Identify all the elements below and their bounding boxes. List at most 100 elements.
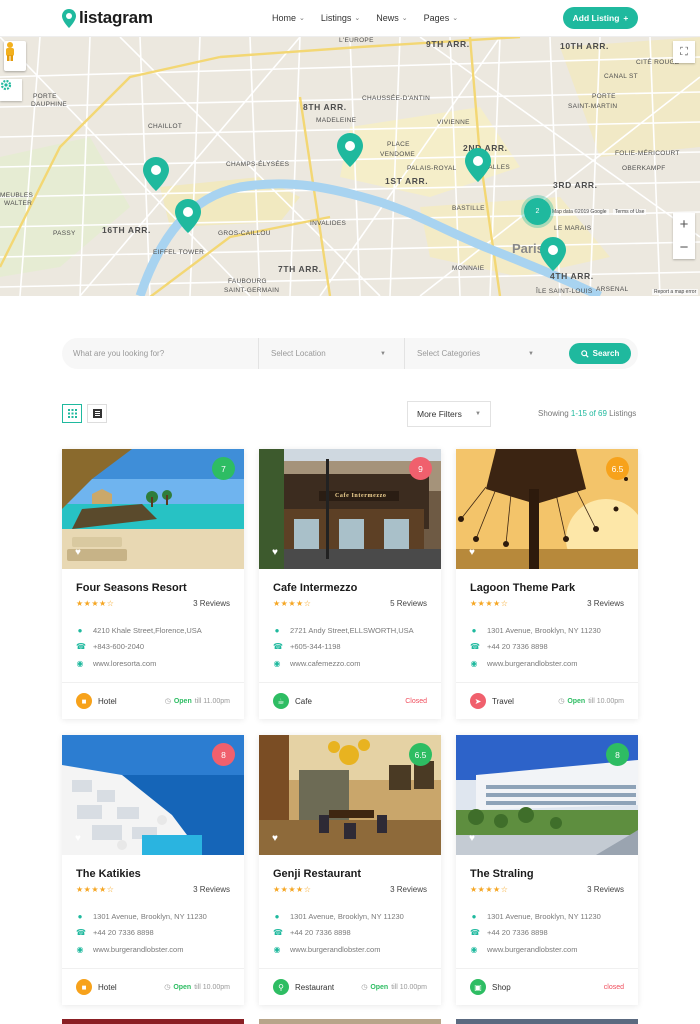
map-marker-icon[interactable]: [175, 199, 201, 233]
listing-title[interactable]: Four Seasons Resort: [76, 582, 230, 594]
map-marker-icon[interactable]: [337, 133, 363, 167]
search-input[interactable]: What are you looking for?: [62, 349, 258, 358]
listing-category[interactable]: ▣ Shop: [470, 979, 511, 995]
listing-website[interactable]: www.cafemezzo.com: [290, 659, 360, 668]
category-select[interactable]: Select Categories ▼: [404, 338, 568, 369]
search-button[interactable]: Search: [569, 343, 631, 364]
open-status: ◷ Open till 10.00pm: [558, 697, 624, 706]
listing-website[interactable]: www.burgerandlobster.com: [487, 659, 577, 668]
add-listing-button[interactable]: Add Listing +: [563, 7, 638, 29]
rating-badge: 8: [212, 743, 235, 766]
listing-title[interactable]: The Straling: [470, 868, 624, 880]
fullscreen-button[interactable]: ⛶: [673, 41, 695, 63]
map-marker-icon[interactable]: [143, 157, 169, 191]
utensils-icon: ⚲: [273, 979, 289, 995]
nav-pages[interactable]: Pages ⌄: [424, 13, 458, 23]
listing-category[interactable]: ■ Hotel: [76, 693, 117, 709]
closed-status: closed: [603, 983, 624, 991]
listing-image[interactable]: 7 ♥: [62, 449, 244, 569]
zoom-out-icon[interactable]: −: [680, 239, 689, 256]
map-label: 9TH ARR.: [426, 39, 470, 49]
map-marker-icon[interactable]: [465, 148, 491, 182]
map-pin-logo-icon: [62, 8, 76, 28]
review-count: 3 Reviews: [587, 885, 624, 894]
more-filters-dropdown[interactable]: More Filters ▼: [407, 401, 491, 427]
nav-home[interactable]: Home ⌄: [272, 13, 305, 23]
heart-icon[interactable]: ♥: [75, 547, 81, 558]
listing-website[interactable]: www.burgerandlobster.com: [290, 945, 380, 954]
heart-icon[interactable]: ♥: [272, 547, 278, 558]
heart-icon[interactable]: ♥: [272, 833, 278, 844]
listing-image[interactable]: 8 ♥: [62, 735, 244, 855]
map-terms-link[interactable]: Terms of Use: [613, 209, 647, 215]
map-marker-icon[interactable]: [540, 237, 566, 271]
nav-listings-label: Listings: [320, 13, 352, 23]
map-report-link[interactable]: Report a map error: [652, 289, 699, 295]
nav-listings[interactable]: Listings ⌄: [321, 13, 360, 23]
listing-website[interactable]: www.burgerandlobster.com: [487, 945, 577, 954]
globe-icon: ◉: [273, 944, 281, 954]
listing-title[interactable]: Cafe Intermezzo: [273, 582, 427, 594]
results-range: 1-15 of 69: [570, 409, 607, 418]
listing-card[interactable]: Cafe Intermezzo 9 ♥ Cafe Intermezzo ★★★★…: [259, 449, 441, 719]
listing-image[interactable]: 6.5 ♥: [456, 449, 638, 569]
add-listing-label: Add Listing: [572, 13, 620, 23]
listing-image[interactable]: 8 ♥: [456, 735, 638, 855]
listing-phone: +44 20 7336 8898: [290, 928, 351, 938]
chevron-down-icon: ⌄: [354, 15, 361, 22]
logo[interactable]: listagram: [62, 8, 153, 28]
listing-image[interactable]: Cafe Intermezzo 9 ♥: [259, 449, 441, 569]
listing-card[interactable]: 6.5 ♥ Lagoon Theme Park ★★★★☆ 3 Reviews ●…: [456, 449, 638, 719]
listings-map[interactable]: L'EUROPE 9TH ARR. 10TH ARR. CITÉ ROUGE C…: [0, 37, 700, 296]
map-label: EIFFEL TOWER: [153, 249, 205, 256]
list-view-button[interactable]: [87, 404, 107, 423]
clock-icon: ◷: [558, 698, 565, 705]
map-label: PLACE: [387, 141, 410, 148]
heart-icon[interactable]: ♥: [75, 833, 81, 844]
phone-icon: ☎: [470, 642, 480, 652]
zoom-in-icon[interactable]: +: [680, 216, 689, 233]
grid-view-button[interactable]: [62, 404, 82, 423]
bag-icon: ▣: [470, 979, 486, 995]
map-label: 4TH ARR.: [550, 271, 594, 281]
listing-website[interactable]: www.burgerandlobster.com: [93, 945, 183, 954]
listing-category[interactable]: ■ Hotel: [76, 979, 117, 995]
listing-card[interactable]: 6.5 ♥ Genji Restaurant ★★★★☆ 3 Reviews ● 1…: [259, 735, 441, 1005]
map-label: MEUBLES: [0, 192, 34, 199]
listing-card-peek: [456, 1019, 638, 1024]
review-count: 3 Reviews: [587, 599, 624, 608]
rating-badge: 8: [606, 743, 629, 766]
listing-card[interactable]: 8 ♥ The Katikies ★★★★☆ 3 Reviews ● 1301 Av…: [62, 735, 244, 1005]
listing-category[interactable]: ☕ Cafe: [273, 693, 312, 709]
map-cluster-marker[interactable]: 2: [524, 198, 551, 225]
nav-news[interactable]: News ⌄: [376, 13, 407, 23]
listing-title[interactable]: Lagoon Theme Park: [470, 582, 624, 594]
site-header: listagram Home ⌄ Listings ⌄ News ⌄ Pages ⌄ A…: [0, 0, 700, 37]
main-nav: Home ⌄ Listings ⌄ News ⌄ Pages ⌄: [272, 13, 458, 23]
listing-website[interactable]: www.loresorta.com: [93, 659, 156, 668]
listing-card[interactable]: 7 ♥ Four Seasons Resort ★★★★☆ 3 Reviews ●…: [62, 449, 244, 719]
listing-image[interactable]: 6.5 ♥: [259, 735, 441, 855]
listing-card[interactable]: 8 ♥ The Straling ★★★★☆ 3 Reviews ● 1301 Av…: [456, 735, 638, 1005]
map-settings-button[interactable]: [0, 79, 22, 101]
listing-title[interactable]: Genji Restaurant: [273, 868, 427, 880]
gear-icon: [0, 79, 12, 91]
map-label: 10TH ARR.: [560, 41, 610, 51]
rating-badge: 7: [212, 457, 235, 480]
location-select[interactable]: Select Location ▼: [258, 338, 404, 369]
map-label: SAINT-GERMAIN: [224, 287, 280, 294]
rating-badge: 6.5: [409, 743, 432, 766]
listing-category[interactable]: ⚲ Restaurant: [273, 979, 334, 995]
street-view-pegman-icon[interactable]: [4, 41, 26, 71]
phone-icon: ☎: [470, 928, 480, 938]
location-pin-icon: ●: [471, 911, 477, 921]
nav-home-label: Home: [272, 13, 297, 23]
bed-icon: ■: [76, 979, 92, 995]
heart-icon[interactable]: ♥: [469, 547, 475, 558]
caret-down-icon: ▼: [380, 350, 386, 357]
listing-category[interactable]: ➤ Travel: [470, 693, 514, 709]
listing-title[interactable]: The Katikies: [76, 868, 230, 880]
phone-icon: ☎: [76, 928, 86, 938]
heart-icon[interactable]: ♥: [469, 833, 475, 844]
open-status: ◷ Open till 11.00pm: [165, 697, 230, 706]
